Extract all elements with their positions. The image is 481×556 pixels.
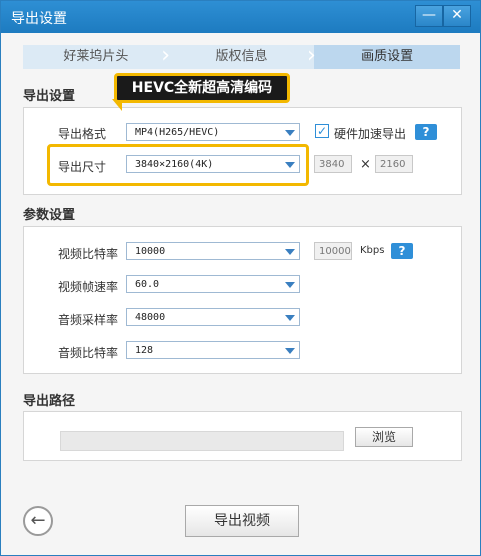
title-bar: 导出设置 — ✕ — [1, 1, 480, 33]
checkmark-icon: ✓ — [316, 124, 328, 138]
framerate-value: 60.0 — [135, 279, 160, 290]
framerate-label: 视频帧速率 — [58, 280, 119, 294]
help-icon[interactable]: ? — [391, 243, 413, 259]
chevron-right-icon: › — [306, 43, 316, 68]
output-path-title: 导出路径 — [23, 394, 76, 409]
back-arrow-icon: ← — [30, 510, 46, 531]
minimize-icon: — — [422, 7, 436, 23]
video-bitrate-value: 10000 — [135, 246, 166, 257]
browse-button[interactable]: 浏览 — [355, 427, 413, 447]
output-path-panel: 浏览 — [23, 411, 462, 461]
highlight-frame — [47, 144, 309, 186]
chevron-right-icon: › — [161, 43, 171, 68]
hw-accel-label: 硬件加速导出 — [334, 127, 407, 141]
tab-copyright-info[interactable]: 版权信息 › — [168, 43, 316, 69]
audio-bitrate-value: 128 — [135, 345, 154, 356]
path-input[interactable] — [60, 431, 344, 451]
framerate-select[interactable]: 60.0 — [126, 275, 300, 293]
export-settings-window: 导出设置 — ✕ 好莱坞片头 › 版权信息 › 画质设置 导出设置 导出格式 MP4… — [0, 0, 481, 556]
chevron-down-icon — [285, 315, 295, 321]
audio-samplerate-value: 48000 — [135, 312, 166, 323]
help-icon[interactable]: ? — [415, 124, 437, 140]
tab-label: 画质设置 — [361, 49, 414, 64]
video-bitrate-field[interactable]: 10000 — [314, 242, 352, 260]
step-tabs: 好莱坞片头 › 版权信息 › 画质设置 — [23, 43, 461, 69]
tab-label: 好莱坞片头 — [63, 49, 129, 64]
chevron-down-icon — [285, 130, 295, 136]
times-sign: × — [360, 157, 371, 172]
export-video-button[interactable]: 导出视频 — [185, 505, 299, 537]
format-select[interactable]: MP4(H265/HEVC) — [126, 123, 300, 141]
kbps-unit: Kbps — [360, 245, 385, 256]
params-title: 参数设置 — [23, 208, 76, 223]
audio-samplerate-label: 音频采样率 — [58, 313, 119, 327]
tab-hollywood-intro[interactable]: 好莱坞片头 › — [23, 43, 171, 69]
close-button[interactable]: ✕ — [443, 5, 471, 27]
minimize-button[interactable]: — — [415, 5, 443, 27]
height-field[interactable]: 2160 — [375, 155, 413, 173]
audio-bitrate-label: 音频比特率 — [58, 346, 119, 360]
chevron-down-icon — [285, 249, 295, 255]
chevron-down-icon — [285, 282, 295, 288]
hevc-callout: HEVC全新超高清编码 — [114, 73, 290, 103]
width-field[interactable]: 3840 — [314, 155, 352, 173]
hw-accel-checkbox[interactable]: ✓ — [315, 124, 329, 138]
format-label: 导出格式 — [58, 127, 107, 141]
back-button[interactable]: ← — [23, 506, 53, 536]
audio-bitrate-select[interactable]: 128 — [126, 341, 300, 359]
window-title: 导出设置 — [11, 11, 67, 27]
params-panel: 视频比特率 10000 10000 Kbps ? 视频帧速率 60.0 音频采样… — [23, 226, 462, 374]
export-settings-title: 导出设置 — [23, 89, 76, 104]
audio-samplerate-select[interactable]: 48000 — [126, 308, 300, 326]
format-value: MP4(H265/HEVC) — [135, 127, 220, 138]
tab-quality-settings[interactable]: 画质设置 — [314, 45, 461, 69]
video-bitrate-label: 视频比特率 — [58, 247, 119, 261]
tab-label: 版权信息 — [215, 49, 268, 64]
video-bitrate-select[interactable]: 10000 — [126, 242, 300, 260]
close-icon: ✕ — [451, 7, 463, 23]
chevron-down-icon — [285, 348, 295, 354]
